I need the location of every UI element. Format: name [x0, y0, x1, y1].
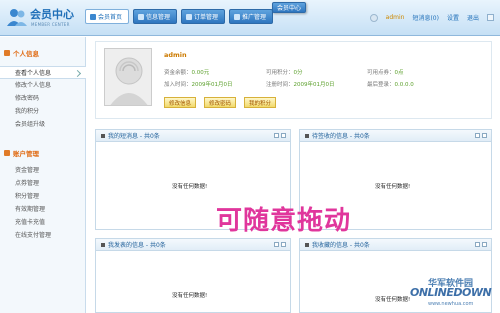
sidebar-section-account[interactable]: 账户管理 — [0, 147, 86, 159]
close-icon[interactable] — [281, 133, 286, 138]
empty-message: 没有任何数据! — [375, 184, 411, 190]
section-icon — [4, 150, 10, 156]
main-tabs: 会员首页 信息管理 订单管理 推广管理 — [85, 9, 274, 24]
empty-message: 没有任何数据! — [172, 184, 208, 190]
sidebar-menu-personal: 查看个人信息 修改个人信息 修改密码 我的积分 会员组升级 — [0, 66, 86, 131]
sidebar-item-edit-info[interactable]: 修改个人信息 — [0, 79, 86, 92]
promo-icon — [234, 13, 241, 20]
sidebar-item-my-points[interactable]: 我的积分 — [0, 105, 86, 118]
member-logo-icon — [7, 9, 27, 26]
user-bar: admin 短消息(0) 设置 退出 — [369, 13, 494, 22]
top-header: 会员中心 MEMBER CENTER 会员首页 信息管理 订单管理 推广管理 会… — [0, 0, 500, 36]
sidebar-item-validity[interactable]: 有效期管理 — [0, 203, 86, 216]
app-title: 会员中心 — [30, 8, 74, 21]
bullet-icon — [101, 133, 105, 138]
watermark-url: www.newhua.com — [428, 301, 474, 307]
info-join-time: 加入时间：2009年01月0日 — [164, 82, 233, 88]
sidebar-item-points[interactable]: 积分管理 — [0, 190, 86, 203]
profile-card: admin 资金余额：0.00元 可用积分：0分 可用点券：0点 加入时间：20… — [95, 41, 492, 119]
minimize-icon[interactable] — [274, 242, 279, 247]
watermark-logo: ONLINEDOWN — [410, 286, 492, 299]
info-last-login: 最后登录：0.0.0.0 — [367, 82, 414, 88]
app-subtitle: MEMBER CENTER — [31, 22, 70, 27]
edit-info-button[interactable]: 修改信息 — [164, 97, 197, 108]
minimize-icon[interactable] — [274, 133, 279, 138]
bullet-icon — [101, 242, 105, 247]
close-icon[interactable] — [281, 242, 286, 247]
tab-promo-manage[interactable]: 推广管理 — [229, 9, 274, 24]
info-funds: 资金余额：0.00元 — [164, 70, 210, 76]
section-icon — [4, 50, 10, 56]
close-icon[interactable] — [482, 242, 487, 247]
panel-header[interactable]: 我的短消息 - 共0条 — [96, 130, 290, 142]
bullet-icon — [305, 133, 309, 138]
profile-name: admin — [164, 51, 187, 59]
sidebar-item-online-payment[interactable]: 在线支付管理 — [0, 229, 86, 242]
minimize-icon[interactable] — [475, 242, 480, 247]
avatar — [104, 48, 152, 106]
order-icon — [186, 13, 193, 20]
info-icon — [138, 13, 145, 20]
panel-header[interactable]: 我收藏的信息 - 共0条 — [300, 239, 491, 251]
exit-link[interactable]: 退出 — [467, 13, 479, 22]
panel-my-posts[interactable]: 我发表的信息 - 共0条 没有任何数据! — [95, 238, 291, 313]
dragging-tab[interactable]: 会员中心 — [272, 2, 307, 13]
close-icon[interactable] — [482, 133, 487, 138]
empty-message: 没有任何数据! — [172, 293, 208, 299]
panel-header[interactable]: 我发表的信息 - 共0条 — [96, 239, 290, 251]
tab-home[interactable]: 会员首页 — [85, 9, 130, 24]
messages-link[interactable]: 短消息(0) — [412, 13, 439, 22]
minimize-icon[interactable] — [475, 133, 480, 138]
sidebar-item-view-info[interactable]: 查看个人信息 — [0, 66, 86, 79]
settings-link[interactable]: 设置 — [447, 13, 459, 22]
sidebar-item-upgrade-group[interactable]: 会员组升级 — [0, 118, 86, 131]
sidebar-item-coupons[interactable]: 点券管理 — [0, 177, 86, 190]
username[interactable]: admin — [386, 14, 405, 21]
change-password-button[interactable]: 修改密码 — [204, 97, 237, 108]
tab-info-manage[interactable]: 信息管理 — [133, 9, 178, 24]
empty-message: 没有任何数据! — [375, 297, 411, 303]
sidebar-section-personal[interactable]: 个人信息 — [0, 47, 86, 59]
sidebar-item-change-password[interactable]: 修改密码 — [0, 92, 86, 105]
sidebar-menu-account: 资金管理 点券管理 积分管理 有效期管理 充值卡充值 在线支付管理 — [0, 164, 86, 242]
info-points: 可用积分：0分 — [266, 70, 303, 76]
my-points-button[interactable]: 我的积分 — [244, 97, 277, 108]
sidebar: 个人信息 查看个人信息 修改个人信息 修改密码 我的积分 会员组升级 账户管理 … — [0, 37, 86, 313]
panel-header[interactable]: 待签收的信息 - 共0条 — [300, 130, 491, 142]
window-icon[interactable] — [487, 14, 494, 21]
info-coupons: 可用点券：0点 — [367, 70, 404, 76]
tab-order-manage[interactable]: 订单管理 — [181, 9, 226, 24]
info-register-time: 注册时间：2009年01月0日 — [266, 82, 335, 88]
user-icon — [369, 13, 378, 22]
drag-caption: 可随意拖动 — [216, 206, 352, 236]
bullet-icon — [305, 242, 309, 247]
avatar-placeholder-icon — [105, 49, 151, 105]
sidebar-item-recharge-card[interactable]: 充值卡充值 — [0, 216, 86, 229]
home-icon — [90, 13, 96, 20]
sidebar-item-funds[interactable]: 资金管理 — [0, 164, 86, 177]
